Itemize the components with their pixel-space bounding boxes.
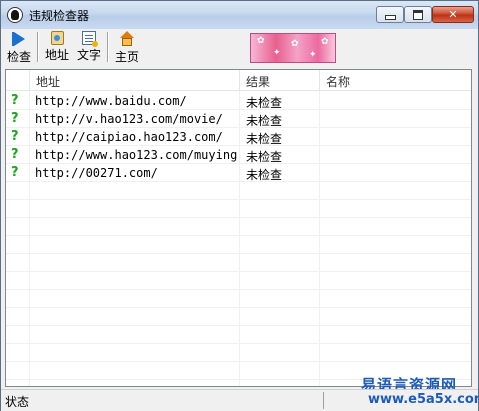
- grid-line: [6, 253, 471, 254]
- text-button[interactable]: 文字: [75, 31, 103, 65]
- banner-image[interactable]: ✿ ✦ ✿ ✦ ✿: [250, 33, 336, 63]
- window-title: 违规检查器: [29, 9, 90, 23]
- text-button-label: 文字: [76, 48, 101, 62]
- toolbar-separator: [37, 32, 39, 62]
- column-header-icon[interactable]: [6, 70, 30, 91]
- home-button[interactable]: 主页: [113, 31, 141, 65]
- close-icon: ✕: [448, 8, 458, 21]
- address-button[interactable]: 地址: [43, 31, 71, 65]
- row-address: http://v.hao123.com/movie/: [35, 112, 223, 126]
- title-bar[interactable]: 违规检查器 ✕: [1, 1, 478, 29]
- question-mark-icon: ?: [11, 93, 19, 108]
- address-button-label: 地址: [44, 48, 69, 62]
- question-mark-icon: ?: [11, 111, 19, 126]
- home-icon: [119, 31, 135, 47]
- row-address: http://www.baidu.com/: [35, 94, 187, 108]
- row-address: http://caipiao.hao123.com/: [35, 130, 223, 144]
- check-button[interactable]: 检查: [5, 31, 33, 65]
- main-window: 违规检查器 ✕ 检查 地址 文字 主页 ✿ ✦ ✿ ✦ ✿ 地址 结果 名称 ?…: [0, 0, 479, 411]
- row-address: http://00271.com/: [35, 166, 158, 180]
- column-header-address[interactable]: 地址: [30, 70, 240, 91]
- minimize-button[interactable]: [376, 6, 404, 23]
- grid-line: [6, 307, 471, 308]
- minimize-icon: [384, 15, 396, 20]
- row-result: 未检查: [246, 114, 283, 128]
- column-header-name[interactable]: 名称: [320, 70, 471, 91]
- app-icon: [7, 7, 23, 23]
- play-icon: [11, 31, 27, 47]
- grid-line: [6, 289, 471, 290]
- home-button-label: 主页: [114, 50, 139, 64]
- text-document-icon: [82, 31, 98, 47]
- grid-line: [6, 343, 471, 344]
- table-row[interactable]: ? http://caipiao.hao123.com/ 未检查: [6, 128, 471, 147]
- row-result: 未检查: [246, 132, 283, 146]
- toolbar-separator: [107, 32, 109, 62]
- question-mark-icon: ?: [11, 129, 19, 144]
- grid-line: [6, 361, 471, 362]
- grid-line: [6, 235, 471, 236]
- question-mark-icon: ?: [11, 147, 19, 162]
- grid-line: [6, 217, 471, 218]
- row-result: 未检查: [246, 168, 283, 182]
- grid-line: [6, 199, 471, 200]
- maximize-button[interactable]: [404, 6, 432, 23]
- question-mark-icon: ?: [11, 165, 19, 180]
- column-header-result[interactable]: 结果: [240, 70, 320, 91]
- watermark-url: www.e5a5x.com: [368, 392, 479, 407]
- url-list[interactable]: 地址 结果 名称 ? http://www.baidu.com/ 未检查 ? h…: [5, 69, 472, 387]
- table-row[interactable]: ? http://v.hao123.com/movie/ 未检查: [6, 110, 471, 129]
- toolbar: 检查 地址 文字 主页 ✿ ✦ ✿ ✦ ✿: [1, 29, 478, 67]
- row-result: 未检查: [246, 150, 283, 164]
- grid-line: [6, 325, 471, 326]
- address-book-icon: [50, 31, 64, 45]
- table-row[interactable]: ? http://www.hao123.com/muying 未检查: [6, 146, 471, 165]
- status-separator: [323, 392, 324, 409]
- status-text: 状态: [5, 395, 30, 409]
- check-button-label: 检查: [6, 50, 31, 64]
- table-row[interactable]: ? http://www.baidu.com/ 未检查: [6, 92, 471, 111]
- row-address: http://www.hao123.com/muying: [35, 148, 238, 162]
- maximize-icon: [413, 9, 423, 20]
- grid-line: [6, 271, 471, 272]
- row-result: 未检查: [246, 96, 283, 110]
- table-row[interactable]: ? http://00271.com/ 未检查: [6, 164, 471, 183]
- close-button[interactable]: ✕: [432, 6, 474, 23]
